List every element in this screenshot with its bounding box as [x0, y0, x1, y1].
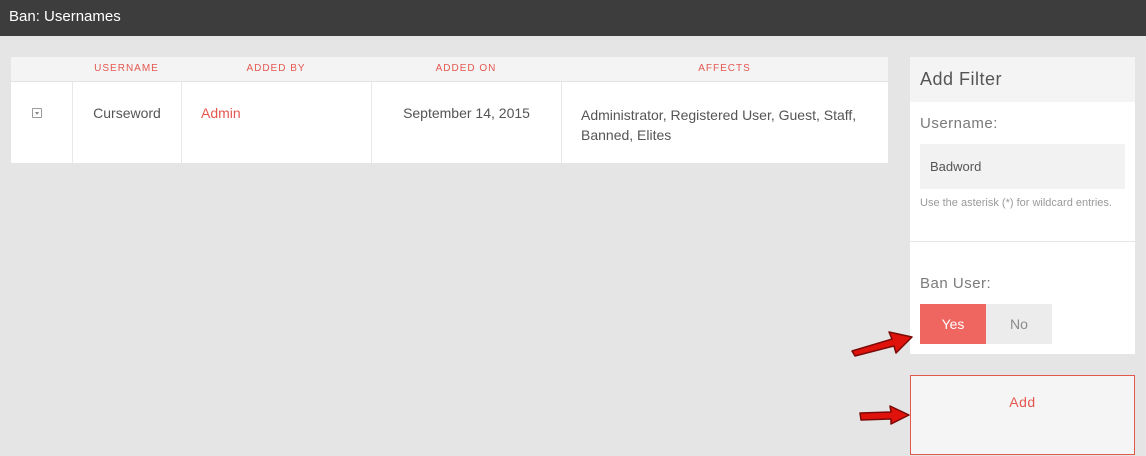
red-arrow-icon — [851, 331, 913, 357]
add-filter-panel: Add Filter Username: Use the asterisk (*… — [910, 57, 1135, 355]
column-header-added-on[interactable]: ADDED ON — [371, 57, 561, 82]
table-row: Curseword Admin September 14, 2015 Admin… — [11, 82, 888, 163]
chevron-down-icon[interactable] — [32, 108, 42, 118]
table-header: USERNAME ADDED BY ADDED ON AFFECTS — [11, 57, 888, 82]
add-filter-title: Add Filter — [910, 57, 1135, 102]
divider — [910, 241, 1135, 242]
column-header-expand — [11, 57, 72, 82]
page-title: Ban: Usernames — [9, 8, 121, 25]
added-on-cell: September 14, 2015 — [372, 82, 562, 163]
affects-cell: Administrator, Registered User, Guest, S… — [562, 82, 888, 163]
username-help-text: Use the asterisk (*) for wildcard entrie… — [920, 197, 1112, 209]
column-header-affects[interactable]: AFFECTS — [561, 57, 888, 82]
divider — [910, 354, 1135, 355]
bans-table: USERNAME ADDED BY ADDED ON AFFECTS Curse… — [11, 57, 888, 163]
ban-user-label: Ban User: — [920, 275, 992, 292]
username-cell: Curseword — [73, 82, 182, 163]
column-header-username[interactable]: USERNAME — [72, 57, 181, 82]
affects-line: Banned, Elites — [581, 127, 672, 143]
column-header-added-by[interactable]: ADDED BY — [181, 57, 371, 82]
ban-user-yes-button[interactable]: Yes — [920, 304, 986, 344]
red-arrow-icon — [859, 405, 910, 425]
username-label: Username: — [920, 115, 998, 132]
page-header: Ban: Usernames — [0, 0, 1146, 36]
add-button[interactable]: Add — [910, 375, 1135, 455]
expand-cell — [11, 82, 73, 163]
ban-user-no-button[interactable]: No — [986, 304, 1052, 344]
added-by-link[interactable]: Admin — [182, 82, 372, 163]
username-input[interactable] — [920, 144, 1125, 189]
affects-line: Administrator, Registered User, Guest, S… — [581, 107, 857, 123]
